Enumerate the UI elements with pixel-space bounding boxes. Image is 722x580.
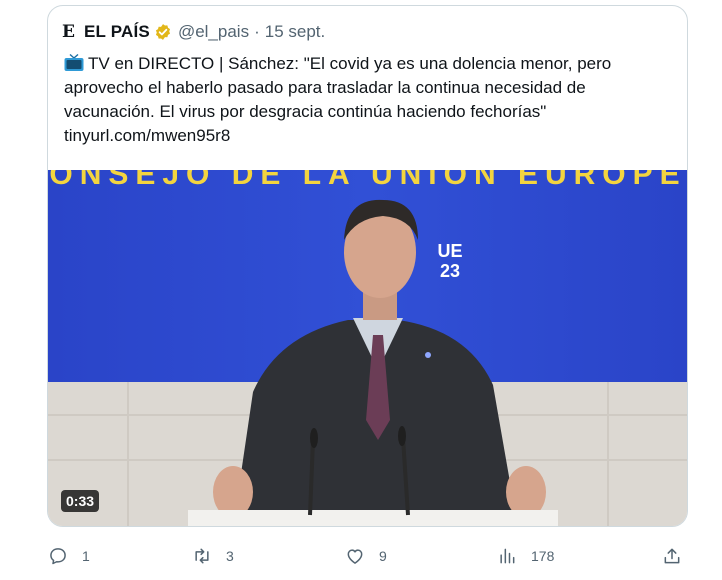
retweet-icon: [195, 548, 209, 564]
tv-icon: [64, 54, 84, 71]
tweet-text-content: TV en DIRECTO | Sánchez: "El covid ya es…: [64, 54, 616, 145]
views-count: 178: [531, 548, 555, 564]
video-duration-badge: 0:33: [61, 490, 100, 512]
tweet-card[interactable]: E EL PAÍS @el_pais · 15 sept. TV en DIRE…: [47, 5, 688, 527]
reply-count: 1: [82, 548, 90, 564]
retweet-button[interactable]: 3: [192, 538, 234, 574]
header-separator: ·: [254, 22, 260, 41]
share-icon: [664, 548, 680, 564]
reply-icon: [50, 548, 66, 565]
share-button[interactable]: [662, 538, 682, 574]
author-logo[interactable]: E: [62, 22, 75, 42]
tweet-text: TV en DIRECTO | Sánchez: "El covid ya es…: [64, 52, 676, 148]
banner-text: CONSEJO DE LA UNIÓN EUROPEA: [48, 170, 688, 191]
reply-button[interactable]: 1: [48, 538, 90, 574]
presidency-logo-line2: 23: [440, 261, 460, 281]
tweet-date[interactable]: 15 sept.: [265, 22, 326, 42]
tweet-actions-bar: 1 3 9 178: [0, 538, 722, 574]
retweet-count: 3: [226, 548, 234, 564]
tweet-header: E EL PAÍS @el_pais · 15 sept.: [62, 20, 325, 44]
views-chart-icon: [500, 548, 515, 564]
video-player[interactable]: CONSEJO DE LA UNIÓN EUROPEA UE 23 0:33: [48, 170, 688, 526]
presidency-logo-line1: UE: [437, 241, 462, 261]
video-frame: CONSEJO DE LA UNIÓN EUROPEA UE 23: [48, 170, 688, 526]
like-count: 9: [379, 548, 387, 564]
heart-icon: [347, 549, 363, 564]
author-handle[interactable]: @el_pais: [178, 22, 249, 42]
verified-badge-icon: [155, 24, 170, 40]
views-button[interactable]: 178: [497, 538, 554, 574]
author-name[interactable]: EL PAÍS: [84, 22, 150, 42]
like-button[interactable]: 9: [345, 538, 387, 574]
